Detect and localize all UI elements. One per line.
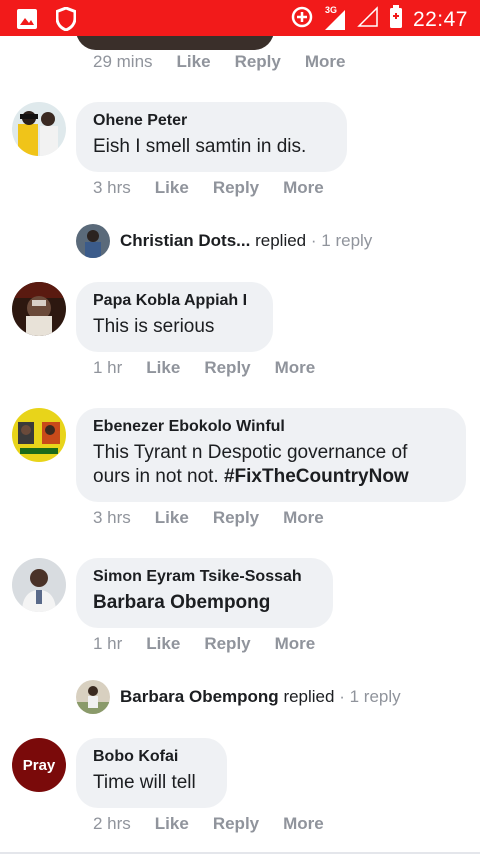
comment-time: 3 hrs [93, 178, 131, 197]
network-type-label: 3G [324, 4, 337, 15]
comment-bubble[interactable]: Simon Eyram Tsike-Sossah Barbara Obempon… [76, 558, 333, 628]
hashtag-link[interactable]: #FixTheCountryNow [224, 466, 409, 487]
comment-time: 1 hr [93, 358, 123, 377]
comment-time: 2 hrs [93, 814, 131, 833]
reply-author[interactable]: Barbara Obempong [120, 687, 279, 706]
more-button[interactable]: More [275, 358, 316, 378]
reply-button[interactable]: Reply [213, 814, 259, 834]
more-button[interactable]: More [305, 52, 346, 72]
reply-count[interactable]: 1 reply [350, 687, 401, 706]
like-button[interactable]: Like [177, 52, 211, 72]
comment-bubble[interactable]: Papa Kobla Appiah I This is serious [76, 282, 273, 352]
reply-author[interactable]: Christian Dots... [120, 231, 250, 250]
comment-actions: 1 hr Like Reply More [93, 358, 339, 378]
avatar[interactable] [12, 558, 66, 612]
battery-charging-icon [389, 5, 403, 34]
avatar [76, 680, 110, 714]
replies-preview[interactable]: Christian Dots... replied · 1 reply [76, 224, 372, 258]
comment-time: 3 hrs [93, 508, 131, 527]
gallery-icon [16, 8, 38, 35]
data-saver-icon [291, 6, 313, 33]
like-button[interactable]: Like [146, 634, 180, 654]
more-button[interactable]: More [283, 508, 324, 528]
comment-bubble[interactable]: Ohene Peter Eish I smell samtin in dis. [76, 102, 347, 172]
comment-actions: 1 hr Like Reply More [93, 634, 339, 654]
comment-text: This is serious [93, 316, 215, 337]
comment-author[interactable]: Papa Kobla Appiah I [93, 291, 255, 311]
comment-text: Eish I smell samtin in dis. [93, 136, 307, 157]
comment-text: Time will tell [93, 772, 196, 793]
clock-time: 22:47 [412, 7, 468, 31]
replies-preview-text: Christian Dots... replied · 1 reply [120, 231, 372, 251]
comment-text: This Tyrant n Despotic governance of our… [93, 441, 448, 489]
comment-author[interactable]: Ohene Peter [93, 111, 329, 131]
comment-actions: 3 hrs Like Reply More [93, 178, 348, 198]
reply-separator: · [310, 231, 317, 250]
avatar-text: Pray [22, 756, 56, 774]
comment-text-line: ours in not not. [93, 466, 219, 487]
comment-text-line: This Tyrant n Despotic governance of [93, 442, 408, 463]
like-button[interactable]: Like [155, 508, 189, 528]
avatar[interactable] [12, 408, 66, 462]
mention-link[interactable]: Barbara Obempong [93, 592, 270, 613]
more-button[interactable]: More [283, 814, 324, 834]
comment-author[interactable]: Bobo Kofai [93, 747, 209, 767]
comment-actions: 3 hrs Like Reply More [93, 508, 348, 528]
avatar[interactable]: Pray [12, 738, 66, 792]
replied-label: replied [255, 231, 307, 250]
comment-time: 29 mins [93, 52, 153, 71]
reply-button[interactable]: Reply [213, 508, 259, 528]
comment-author[interactable]: Simon Eyram Tsike-Sossah [93, 567, 315, 587]
comment-time: 1 hr [93, 634, 123, 653]
replies-preview[interactable]: Barbara Obempong replied · 1 reply [76, 680, 401, 714]
avatar[interactable] [12, 282, 66, 336]
reply-button[interactable]: Reply [204, 358, 250, 378]
signal-3g-icon: 3G [323, 4, 347, 32]
status-bar: 3G 22:47 [0, 0, 480, 36]
more-button[interactable]: More [275, 634, 316, 654]
reply-count[interactable]: 1 reply [321, 231, 372, 250]
replies-preview-text: Barbara Obempong replied · 1 reply [120, 687, 401, 707]
like-button[interactable]: Like [146, 358, 180, 378]
comment-text: Barbara Obempong [93, 591, 315, 615]
comment-bubble[interactable]: Bobo Kofai Time will tell [76, 738, 227, 808]
reply-separator: · [339, 687, 345, 706]
like-button[interactable]: Like [155, 814, 189, 834]
previous-comment-image [0, 36, 480, 50]
comment-actions: 2 hrs Like Reply More [93, 814, 348, 834]
avatar [76, 224, 110, 258]
reply-button[interactable]: Reply [235, 52, 281, 72]
avatar[interactable] [12, 102, 66, 156]
reply-button[interactable]: Reply [213, 178, 259, 198]
replied-label: replied [283, 687, 335, 706]
like-button[interactable]: Like [155, 178, 189, 198]
reply-button[interactable]: Reply [204, 634, 250, 654]
shield-icon [55, 6, 77, 36]
comment-author[interactable]: Ebenezer Ebokolo Winful [93, 417, 448, 437]
comment-bubble[interactable]: Ebenezer Ebokolo Winful This Tyrant n De… [76, 408, 466, 502]
previous-comment-actions: 29 mins Like Reply More [93, 52, 369, 72]
signal-empty-icon [357, 6, 379, 33]
more-button[interactable]: More [283, 178, 324, 198]
